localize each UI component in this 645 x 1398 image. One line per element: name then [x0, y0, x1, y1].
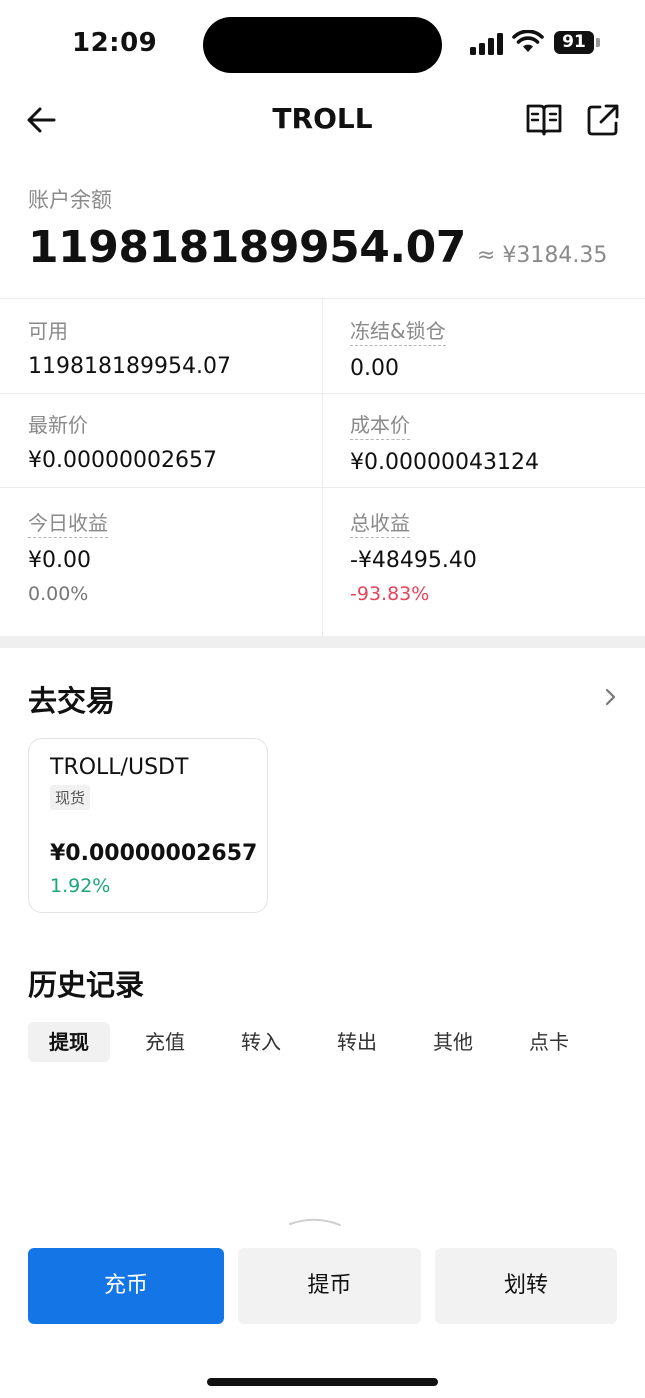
today-pnl-cell: 今日收益 ¥0.00 0.00% [28, 507, 108, 605]
wifi-icon [512, 30, 544, 52]
latest-price-cell: 最新价 ¥0.00000002657 [28, 409, 217, 473]
tab-deposit[interactable]: 充值 [124, 1022, 206, 1062]
available-cell: 可用 119818189954.07 [28, 315, 231, 379]
trade-pair-card[interactable]: TROLL/USDT 现货 ¥0.00000002657 1.92% [28, 738, 268, 913]
balance-approx: ≈ ¥3184.35 [476, 243, 608, 268]
chevron-right-icon[interactable] [600, 686, 620, 708]
grid-divider-vertical [322, 299, 323, 637]
balance-value: 119818189954.07 [28, 222, 466, 273]
available-label: 可用 [28, 319, 68, 343]
section-separator [0, 636, 645, 648]
nav-bar: TROLL [0, 88, 645, 152]
trade-pair-change: 1.92% [50, 875, 111, 897]
withdraw-button[interactable]: 提币 [238, 1248, 421, 1324]
tab-transfer-out[interactable]: 转出 [316, 1022, 398, 1062]
trade-pair-name: TROLL/USDT [50, 755, 189, 780]
share-external-icon[interactable] [585, 102, 621, 138]
cost-price-label[interactable]: 成本价 [350, 409, 410, 440]
latest-price-label: 最新价 [28, 413, 88, 437]
spot-tag: 现货 [50, 785, 91, 810]
deposit-button[interactable]: 充币 [28, 1248, 224, 1324]
trade-pair-price: ¥0.00000002657 [50, 841, 258, 866]
status-bar: 12:09 91 [0, 0, 645, 88]
total-pnl-pct: -93.83% [350, 583, 430, 605]
tab-withdraw[interactable]: 提现 [28, 1022, 110, 1062]
today-pnl-pct: 0.00% [28, 583, 89, 605]
battery-tip [596, 38, 600, 47]
cost-price-cell: 成本价 ¥0.00000043124 [350, 409, 539, 475]
tab-point-card[interactable]: 点卡 [508, 1022, 590, 1062]
today-pnl-value: ¥0.00 [28, 548, 91, 573]
balance-row: 119818189954.07 ≈ ¥3184.35 [28, 222, 607, 273]
total-pnl-value: -¥48495.40 [350, 548, 477, 573]
latest-price-value: ¥0.00000002657 [28, 448, 217, 473]
grid-divider [0, 487, 645, 488]
frozen-cell: 冻结&锁仓 0.00 [350, 315, 446, 381]
dynamic-island [203, 17, 442, 73]
battery-icon: 91 [554, 31, 594, 54]
total-pnl-cell: 总收益 -¥48495.40 -93.83% [350, 507, 477, 605]
total-pnl-label[interactable]: 总收益 [350, 507, 410, 538]
tab-other[interactable]: 其他 [412, 1022, 494, 1062]
today-pnl-label[interactable]: 今日收益 [28, 507, 108, 538]
loading-spinner-icon [289, 1218, 341, 1226]
book-icon[interactable] [525, 102, 563, 138]
available-value: 119818189954.07 [28, 354, 231, 379]
transfer-button[interactable]: 划转 [435, 1248, 617, 1324]
status-time: 12:09 [72, 28, 158, 58]
stats-grid: 可用 119818189954.07 冻结&锁仓 0.00 最新价 ¥0.000… [0, 298, 645, 637]
cost-price-value: ¥0.00000043124 [350, 450, 539, 475]
cellular-signal-icon [470, 33, 504, 55]
frozen-value: 0.00 [350, 356, 399, 381]
frozen-label[interactable]: 冻结&锁仓 [350, 315, 446, 346]
trade-section-title[interactable]: 去交易 [28, 678, 115, 720]
balance-label: 账户余额 [28, 188, 112, 212]
history-section-title: 历史记录 [28, 968, 145, 1002]
grid-divider [0, 393, 645, 394]
tab-transfer-in[interactable]: 转入 [220, 1022, 302, 1062]
home-indicator[interactable] [207, 1378, 438, 1386]
